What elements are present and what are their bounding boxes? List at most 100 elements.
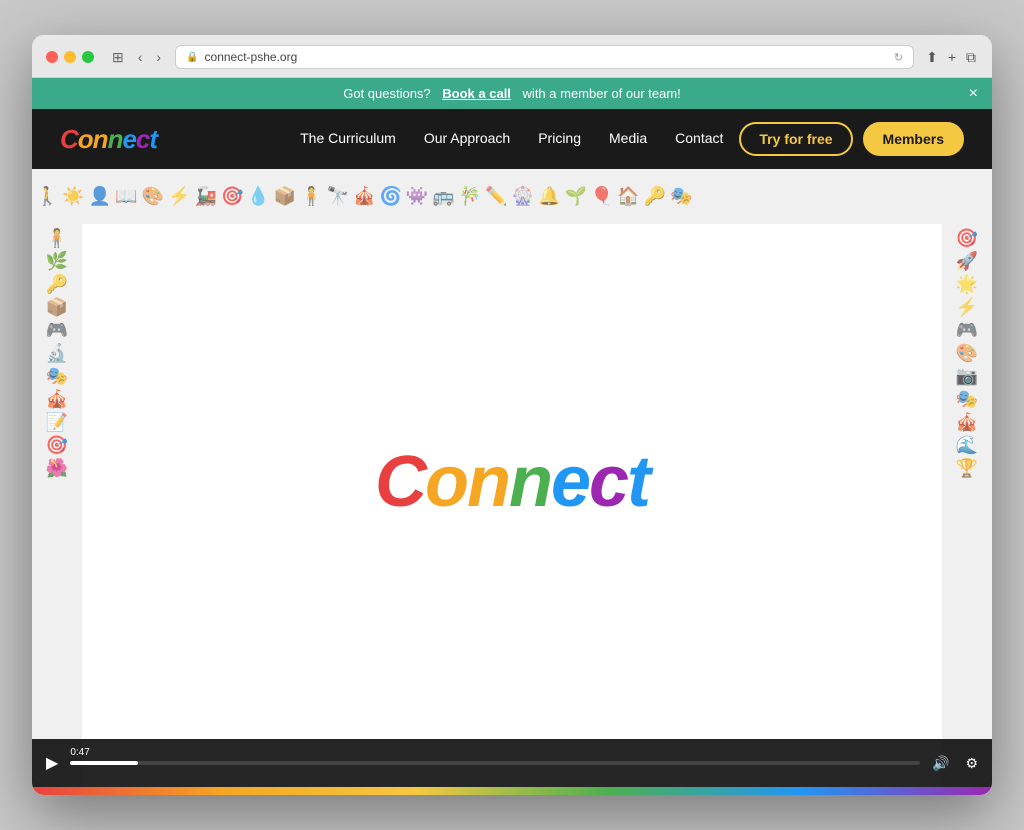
video-player: ▶ 0:47 🔊 ⚙	[32, 739, 992, 787]
doodle-icon: 🌟	[956, 274, 978, 295]
announcement-text-after: with a member of our team!	[523, 86, 681, 101]
doodle-icon: 🌿	[46, 251, 68, 272]
nav-link-media[interactable]: Media	[609, 130, 647, 146]
doodle-icon: ☀️	[62, 186, 84, 207]
traffic-lights	[46, 51, 94, 63]
browser-window: ⊞ ‹ › 🔒 connect-pshe.org ↻ ⬆ + ⧉ Got que…	[32, 35, 992, 795]
doodle-icon: 👤	[89, 186, 111, 207]
doodle-icon: 🔑	[644, 186, 666, 207]
doodle-icon: 🎡	[512, 186, 534, 207]
navbar-nav: The Curriculum Our Approach Pricing Medi…	[300, 130, 723, 148]
doodle-icon: 🎪	[956, 412, 978, 433]
browser-actions: ⬆ + ⧉	[924, 47, 978, 68]
doodle-col-right: 🎯 🚀 🌟 ⚡ 🎮 🎨 📷 🎭 🎪 🌊 🏆	[942, 224, 992, 787]
logo-letter-t: t	[149, 124, 157, 154]
doodle-icon: 👾	[406, 186, 428, 207]
doodle-icon: 🚀	[956, 251, 978, 272]
lock-icon: 🔒	[186, 52, 198, 63]
doodle-icon: 🎮	[46, 320, 68, 341]
nav-item-approach[interactable]: Our Approach	[424, 130, 510, 148]
progress-bar[interactable]: 0:47	[70, 761, 920, 765]
doodle-icon: 🎋	[459, 186, 481, 207]
time-label: 0:47	[70, 747, 89, 758]
try-for-free-button[interactable]: Try for free	[739, 122, 852, 156]
hero-logo-o: o	[425, 442, 467, 522]
book-call-link[interactable]: Book a call	[442, 86, 511, 101]
doodle-icon: 🔔	[538, 186, 560, 207]
logo-letter-o: o	[78, 124, 93, 154]
doodle-icon: 🌺	[46, 458, 68, 479]
doodle-icon: 📦	[274, 186, 296, 207]
new-tab-button[interactable]: +	[946, 47, 958, 67]
doodle-icon: ⚡	[956, 297, 978, 318]
doodle-icon: 🌀	[379, 186, 401, 207]
doodle-col-left: 🧍 🌿 🔑 📦 🎮 🔬 🎭 🎪 📝 🎯 🌺	[32, 224, 82, 787]
announcement-close-button[interactable]: ×	[969, 86, 978, 102]
website: Got questions? Book a call with a member…	[32, 78, 992, 795]
nav-link-approach[interactable]: Our Approach	[424, 130, 510, 146]
announcement-text-before: Got questions?	[343, 86, 430, 101]
volume-button[interactable]: 🔊	[928, 751, 953, 776]
progress-fill	[70, 761, 138, 765]
doodle-icon: 🔑	[46, 274, 68, 295]
nav-item-pricing[interactable]: Pricing	[538, 130, 581, 148]
doodle-row-top: 🚶 ☀️ 👤 📖 🎨 ⚡ 🚂 🎯 💧 📦 🧍 🔭 🎪 🌀	[32, 169, 992, 224]
minimize-button[interactable]	[64, 51, 76, 63]
doodle-icon: 🎭	[956, 389, 978, 410]
doodle-icon: 🎯	[221, 186, 243, 207]
reload-icon[interactable]: ↻	[894, 51, 903, 64]
doodle-icon: 🚌	[432, 186, 454, 207]
doodle-icon: 🧍	[46, 228, 68, 249]
back-button[interactable]: ‹	[134, 48, 147, 66]
tab-grid-button[interactable]: ⊞	[108, 48, 128, 66]
forward-button[interactable]: ›	[152, 48, 165, 66]
navbar: Connect The Curriculum Our Approach Pric…	[32, 109, 992, 169]
doodle-icon: 🔬	[46, 343, 68, 364]
play-button[interactable]: ▶	[42, 749, 62, 777]
nav-link-curriculum[interactable]: The Curriculum	[300, 130, 396, 146]
share-button[interactable]: ⬆	[924, 47, 940, 68]
doodle-icon: ✏️	[485, 186, 507, 207]
doodle-icon: 🎨	[956, 343, 978, 364]
doodle-container: 🚶 ☀️ 👤 📖 🎨 ⚡ 🚂 🎯 💧 📦 🧍 🔭 🎪 🌀	[32, 169, 992, 795]
doodle-icon: 🎨	[142, 186, 164, 207]
members-button[interactable]: Members	[863, 122, 964, 156]
hero-logo-n1: n	[467, 442, 509, 522]
announcement-bar: Got questions? Book a call with a member…	[32, 78, 992, 109]
main-content: 🚶 ☀️ 👤 📖 🎨 ⚡ 🚂 🎯 💧 📦 🧍 🔭 🎪 🌀	[32, 169, 992, 795]
hero-logo-n2: n	[509, 442, 551, 522]
doodle-icon: 🌊	[956, 435, 978, 456]
doodle-icon: 🌱	[564, 186, 586, 207]
settings-button[interactable]: ⚙	[961, 751, 982, 776]
doodle-row-bottom	[32, 787, 992, 795]
hero-logo: Connect	[375, 441, 649, 523]
address-bar[interactable]: 🔒 connect-pshe.org ↻	[175, 45, 914, 69]
logo-letter-n2: n	[108, 124, 123, 154]
doodle-icon: 🎭	[46, 366, 68, 387]
nav-link-contact[interactable]: Contact	[675, 130, 723, 146]
nav-item-media[interactable]: Media	[609, 130, 647, 148]
doodle-icon: 🎯	[46, 435, 68, 456]
doodle-icon: 💧	[247, 186, 269, 207]
hero-logo-c: C	[375, 442, 425, 522]
logo-letter-e: e	[122, 124, 135, 154]
nav-item-curriculum[interactable]: The Curriculum	[300, 130, 396, 148]
nav-item-contact[interactable]: Contact	[675, 130, 723, 148]
doodle-icon: ⚡	[168, 186, 190, 207]
url-text: connect-pshe.org	[205, 50, 298, 64]
doodle-icon: 📦	[46, 297, 68, 318]
doodle-icon: 🎪	[46, 389, 68, 410]
maximize-button[interactable]	[82, 51, 94, 63]
logo-letter-c2: c	[136, 124, 149, 154]
navbar-logo[interactable]: Connect	[60, 124, 157, 155]
nav-link-pricing[interactable]: Pricing	[538, 130, 581, 146]
logo-letter-n1: n	[93, 124, 108, 154]
doodle-icon: 🏆	[956, 458, 978, 479]
doodle-icon: 🧍	[300, 186, 322, 207]
doodle-icon: 🔭	[327, 186, 349, 207]
close-button[interactable]	[46, 51, 58, 63]
doodle-icon: 🎯	[956, 228, 978, 249]
tabs-button[interactable]: ⧉	[964, 47, 978, 68]
browser-chrome: ⊞ ‹ › 🔒 connect-pshe.org ↻ ⬆ + ⧉	[32, 35, 992, 78]
hero-logo-e: e	[551, 442, 589, 522]
